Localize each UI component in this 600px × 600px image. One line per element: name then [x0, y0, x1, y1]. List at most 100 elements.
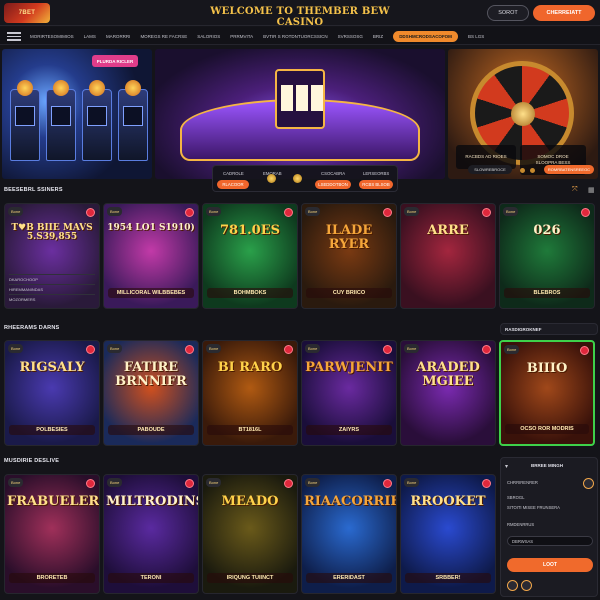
chevron-down-icon[interactable]: ▾ [505, 463, 508, 470]
game-info-row: DKAROCHOOP [9, 274, 95, 284]
favorite-icon[interactable] [86, 208, 95, 217]
game-badge: Bone [503, 207, 519, 216]
nav-item[interactable]: MORIRTESOMIMIOS [30, 34, 74, 39]
circle-icon[interactable] [507, 580, 518, 591]
favorite-icon[interactable] [185, 479, 194, 488]
strip-pill[interactable]: LSEDDOTBON [315, 180, 351, 189]
game-card[interactable]: Bone 026 BLEBROS [499, 203, 595, 309]
game-subtitle: BRORETEB [9, 572, 95, 583]
game-title: ILADE RYER [325, 223, 373, 252]
nav-item[interactable]: MOREGS RE FACRSE [140, 34, 187, 39]
game-card[interactable]: Bone 781.0ES BOHMBOKS [202, 203, 298, 309]
favorite-icon[interactable] [86, 345, 95, 354]
favorite-icon[interactable] [383, 208, 392, 217]
hero-slots-banner[interactable]: PLURDA RICLER [2, 49, 152, 179]
game-badge: Bone [8, 207, 24, 216]
favorite-icon[interactable] [284, 345, 293, 354]
game-title: 1954 LO1 S1910) [107, 223, 195, 233]
favorite-icon[interactable] [482, 208, 491, 217]
deposit-title: BRREE MINGH [531, 463, 564, 468]
game-subtitle: BLEBROS [504, 287, 590, 298]
nav-item[interactable]: SALORIOS [197, 34, 220, 39]
favorite-icon[interactable] [581, 208, 590, 217]
strip-pill[interactable]: RCBS BLSOB [359, 180, 393, 189]
game-card[interactable]: Bone BI RARO BT1816L [202, 340, 298, 446]
game-subtitle: BT1816L [207, 424, 293, 435]
hero-pill-2[interactable]: ROMRBATENSREEOC [544, 165, 594, 174]
main-nav: MORIRTESOMIMIOS LAMS MARORRRI MOREGS RE FAC… [0, 27, 600, 45]
deposit-line-3: SITOITI MISEE FRUNSERA [507, 505, 560, 510]
nav-item[interactable]: BVTIR S ROTDNTUORCSSICN [263, 34, 328, 39]
section-title-3: MUSDIRIE DESLIVE [4, 458, 60, 464]
game-card[interactable]: Bone RROOKET SRBBER! [400, 474, 496, 594]
game-card[interactable]: Bone FATIRE BRNNIFR PABOUDE [103, 340, 199, 446]
game-card[interactable]: Bone MILTRODINS TERONI [103, 474, 199, 594]
favorite-icon[interactable] [185, 208, 194, 217]
game-card[interactable]: Bone RIGSALY POLBESIES [4, 340, 100, 446]
circle-icon[interactable] [521, 580, 532, 591]
casino-logo[interactable]: 7BET [4, 3, 50, 23]
favorite-icon[interactable] [185, 345, 194, 354]
register-button[interactable]: CHERREIATT [533, 5, 595, 21]
nav-item[interactable]: BS LGS [468, 34, 484, 39]
game-card[interactable]: Bone PARWJENIT ZAIYRS [301, 340, 397, 446]
coin-icon [520, 168, 525, 173]
game-subtitle: BOHMBOKS [207, 287, 293, 298]
deposit-button[interactable]: LOOT [507, 558, 593, 572]
favorite-icon[interactable] [482, 345, 491, 354]
game-badge: Bone [404, 344, 420, 353]
favorite-icon[interactable] [580, 346, 589, 355]
game-title: PARWJENIT [305, 360, 393, 375]
nav-item[interactable]: PRRMVITA [230, 34, 253, 39]
game-card[interactable]: Bone RIAACORRIES ERERIDAST [301, 474, 397, 594]
slot-machine-icon [46, 80, 76, 161]
game-subtitle: CUY BRIICO [306, 287, 392, 298]
favorite-icon[interactable] [383, 345, 392, 354]
game-card[interactable]: Bone 1954 LO1 S1910) MILLICORAL WILBBEBES [103, 203, 199, 309]
cross-icon[interactable]: ⤧ [572, 186, 578, 194]
nav-item[interactable]: SVRSSOSG [338, 34, 363, 39]
hero-table-banner[interactable] [155, 49, 445, 179]
game-subtitle: MILLICORAL WILBBEBES [108, 287, 194, 298]
game-subtitle: PABOUDE [108, 424, 194, 435]
nav-item[interactable]: BRIZ [373, 34, 383, 39]
game-title: MILTRODINS [106, 494, 199, 509]
game-subtitle: OCSO ROR MODRIS [505, 423, 589, 434]
game-title: ARRE [427, 223, 469, 238]
favorite-icon[interactable] [86, 479, 95, 488]
side-panel-header: RASDIGROKNEF [500, 323, 598, 335]
favorite-icon[interactable] [284, 479, 293, 488]
login-button[interactable]: SOROT [487, 5, 529, 21]
favorite-icon[interactable] [482, 479, 491, 488]
game-card[interactable]: Bone ILADE RYER CUY BRIICO [301, 203, 397, 309]
favorite-icon[interactable] [284, 208, 293, 217]
game-subtitle: ERERIDAST [306, 572, 392, 583]
hero-pill-1[interactable]: SLOWREBROCE [468, 165, 512, 174]
side-panel-title: RASDIGROKNEF [505, 327, 542, 332]
deposit-line-2: SBROGL [507, 495, 525, 500]
nav-item[interactable]: MARORRRI [106, 34, 131, 39]
game-info-list: DKAROCHOOP HIREMMANINDAS MOZORMERS [9, 274, 95, 304]
hero-roulette-banner[interactable]: RACBDS AD RIOES SOMOC DROE SLOOPRA BESS … [448, 49, 598, 179]
favorite-icon[interactable] [383, 479, 392, 488]
game-card[interactable]: Bone ARADED MGIEE [400, 340, 496, 446]
grid-icon[interactable]: ▦ [588, 186, 595, 194]
game-title: T♥B BIIE MAVS 5.S39,855 [11, 223, 93, 243]
promo-strip: CADROLE EMORAB CSOCABRA LERSEORBS RLACOO… [212, 165, 398, 192]
game-title: RIGSALY [19, 360, 85, 375]
game-card[interactable]: Bone T♥B BIIE MAVS 5.S39,855 DKAROCHOOP HIR… [4, 203, 100, 309]
game-title: MEADO [221, 494, 279, 509]
nav-item[interactable]: DDSHMCRODSACOFOM [393, 30, 458, 42]
game-card[interactable]: Bone ARRE [400, 203, 496, 309]
nav-item[interactable]: LAMS [84, 34, 96, 39]
game-badge: Bone [8, 344, 24, 353]
game-card[interactable]: Bone MEADO IRIQUNG TUIINCT [202, 474, 298, 594]
strip-pill[interactable]: RLACOOR [217, 180, 249, 189]
menu-icon[interactable] [7, 32, 21, 41]
amount-input[interactable]: DBRWSAS [507, 536, 593, 546]
game-badge: Bone [107, 344, 123, 353]
game-card[interactable]: Bone BIIIO OCSO ROR MODRIS [499, 340, 595, 446]
game-card[interactable]: Bone FRABUELER BRORETEB [4, 474, 100, 594]
game-subtitle: POLBESIES [9, 424, 95, 435]
site-title: WELCOME TO THEMBER BEW CASINO [210, 6, 390, 28]
